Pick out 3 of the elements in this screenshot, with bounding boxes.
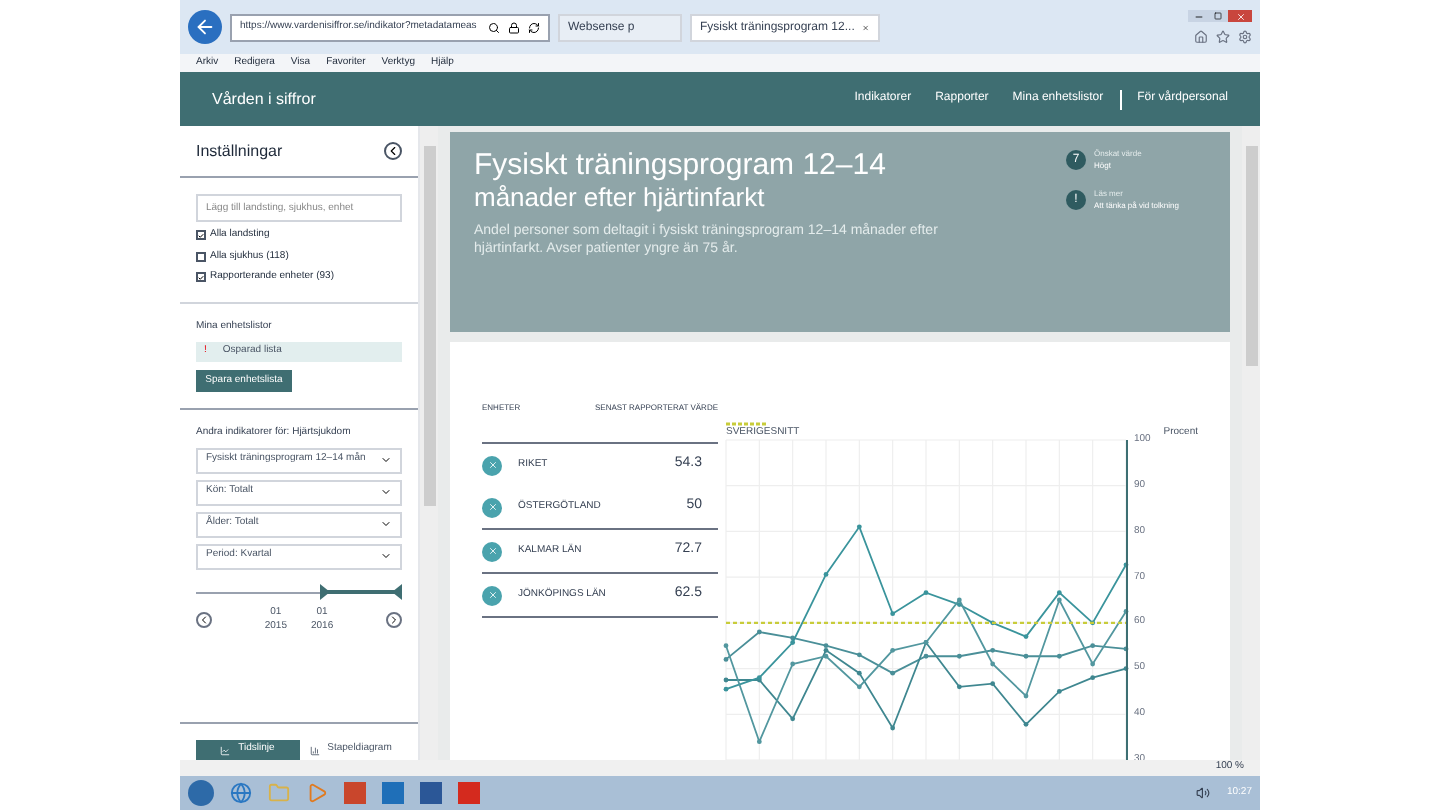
sidebar-title: Inställningar: [196, 139, 283, 163]
indicator-title: Fysiskt träningsprogram 12–14: [474, 148, 888, 182]
indicator-subtitle: månader efter hjärtinfarkt: [474, 182, 767, 214]
